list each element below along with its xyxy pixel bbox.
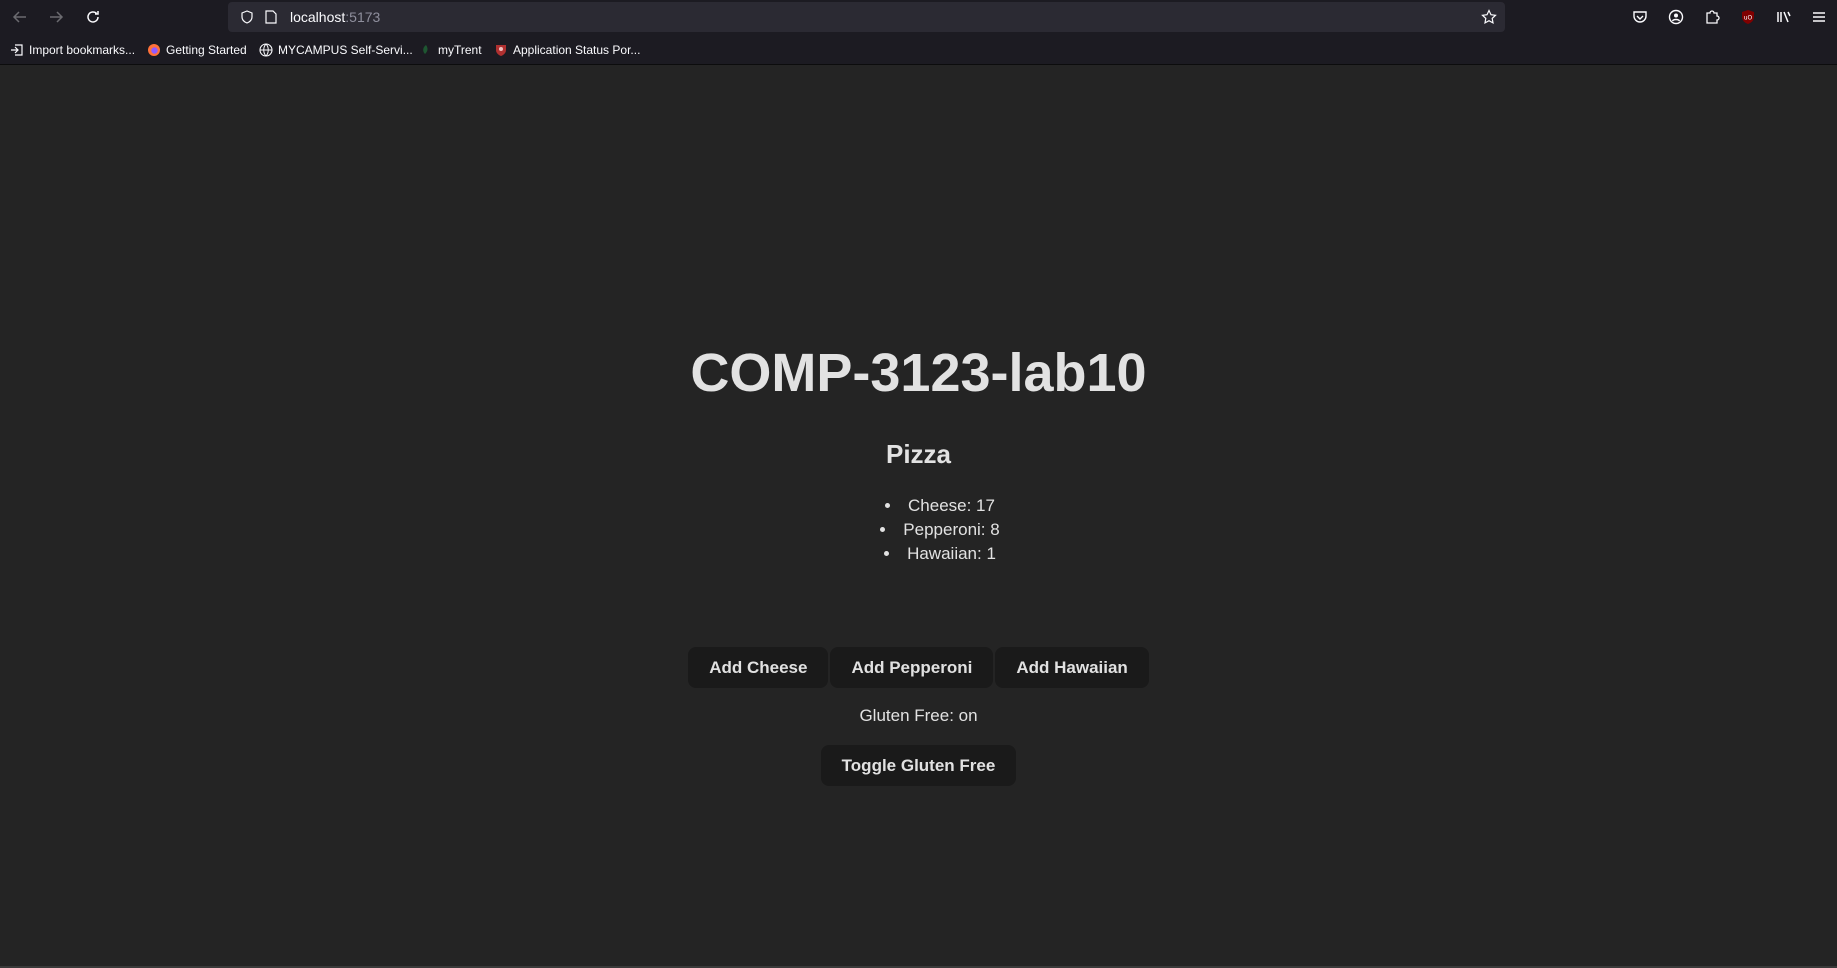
hamburger-menu-icon bbox=[1813, 12, 1825, 22]
section-title: Pizza bbox=[885, 439, 952, 469]
crest-icon bbox=[496, 45, 506, 56]
bookmark-label: Import bookmarks... bbox=[29, 43, 136, 57]
url-text: localhost:5173 bbox=[290, 9, 380, 25]
account-button[interactable] bbox=[1664, 5, 1688, 29]
ublock-button[interactable]: uO bbox=[1736, 5, 1760, 29]
list-item: Hawaiian: 1 bbox=[726, 542, 1154, 566]
bookmark-import[interactable]: Import bookmarks... bbox=[10, 43, 135, 57]
reload-button[interactable] bbox=[81, 5, 105, 29]
ublock-icon: uO bbox=[1742, 10, 1754, 24]
gluten-free-status: Gluten Free: on bbox=[859, 706, 978, 725]
bookmark-mytrent[interactable]: myTrent bbox=[419, 43, 482, 57]
toggle-row: Toggle Gluten Free bbox=[0, 745, 1837, 786]
menu-button[interactable] bbox=[1807, 5, 1831, 29]
pocket-icon bbox=[1633, 11, 1647, 23]
bookmark-label: myTrent bbox=[438, 43, 482, 57]
pizza-list: Cheese: 17 Pepperoni: 8 Hawaiian: 1 bbox=[726, 494, 1154, 566]
firefox-icon bbox=[148, 44, 160, 56]
bookmark-label: MYCAMPUS Self-Servi... bbox=[278, 43, 413, 57]
add-cheese-button[interactable]: Add Cheese bbox=[688, 647, 829, 688]
browser-toolbar: localhost:5173 uO bbox=[0, 0, 1837, 34]
forward-button[interactable] bbox=[44, 5, 68, 29]
url-host: localhost bbox=[290, 9, 346, 25]
back-arrow-icon bbox=[12, 11, 26, 23]
bookmark-star-icon[interactable] bbox=[1481, 9, 1497, 25]
pocket-button[interactable] bbox=[1628, 5, 1652, 29]
svg-text:uO: uO bbox=[1744, 15, 1753, 22]
bookmark-label: Application Status Por... bbox=[513, 43, 641, 57]
page-icon bbox=[265, 10, 277, 24]
url-bar[interactable]: localhost:5173 bbox=[228, 2, 1505, 32]
page-title: COMP-3123-lab10 bbox=[690, 343, 1147, 403]
library-button[interactable] bbox=[1772, 5, 1796, 29]
extensions-button[interactable] bbox=[1700, 5, 1724, 29]
url-port: :5173 bbox=[345, 9, 381, 25]
reload-icon bbox=[87, 11, 99, 23]
bookmark-getting-started[interactable]: Getting Started bbox=[147, 43, 247, 57]
add-buttons-row: Add Cheese Add Pepperoni Add Hawaiian bbox=[0, 647, 1837, 688]
page-content: COMP-3123-lab10 Pizza Cheese: 17 Peppero… bbox=[0, 66, 1837, 966]
bookmark-label: Getting Started bbox=[166, 43, 247, 57]
import-icon bbox=[11, 44, 23, 56]
trent-icon bbox=[423, 45, 428, 54]
bookmarks-bar: Import bookmarks... Getting Started MYCA… bbox=[0, 34, 1837, 65]
puzzle-icon bbox=[1706, 10, 1720, 24]
add-pepperoni-button[interactable]: Add Pepperoni bbox=[830, 647, 994, 688]
add-hawaiian-button[interactable]: Add Hawaiian bbox=[995, 647, 1149, 688]
forward-arrow-icon bbox=[50, 11, 64, 23]
bookmark-mycampus[interactable]: MYCAMPUS Self-Servi... bbox=[259, 43, 413, 57]
bookmark-application-status[interactable]: Application Status Por... bbox=[494, 43, 640, 57]
list-item: Cheese: 17 bbox=[726, 494, 1154, 518]
list-item: Pepperoni: 8 bbox=[726, 518, 1154, 542]
account-icon bbox=[1668, 9, 1684, 25]
globe-icon bbox=[259, 43, 273, 57]
toggle-gluten-free-button[interactable]: Toggle Gluten Free bbox=[820, 745, 1017, 786]
back-button[interactable] bbox=[8, 5, 32, 29]
library-icon bbox=[1777, 11, 1791, 23]
shield-icon bbox=[241, 10, 253, 24]
